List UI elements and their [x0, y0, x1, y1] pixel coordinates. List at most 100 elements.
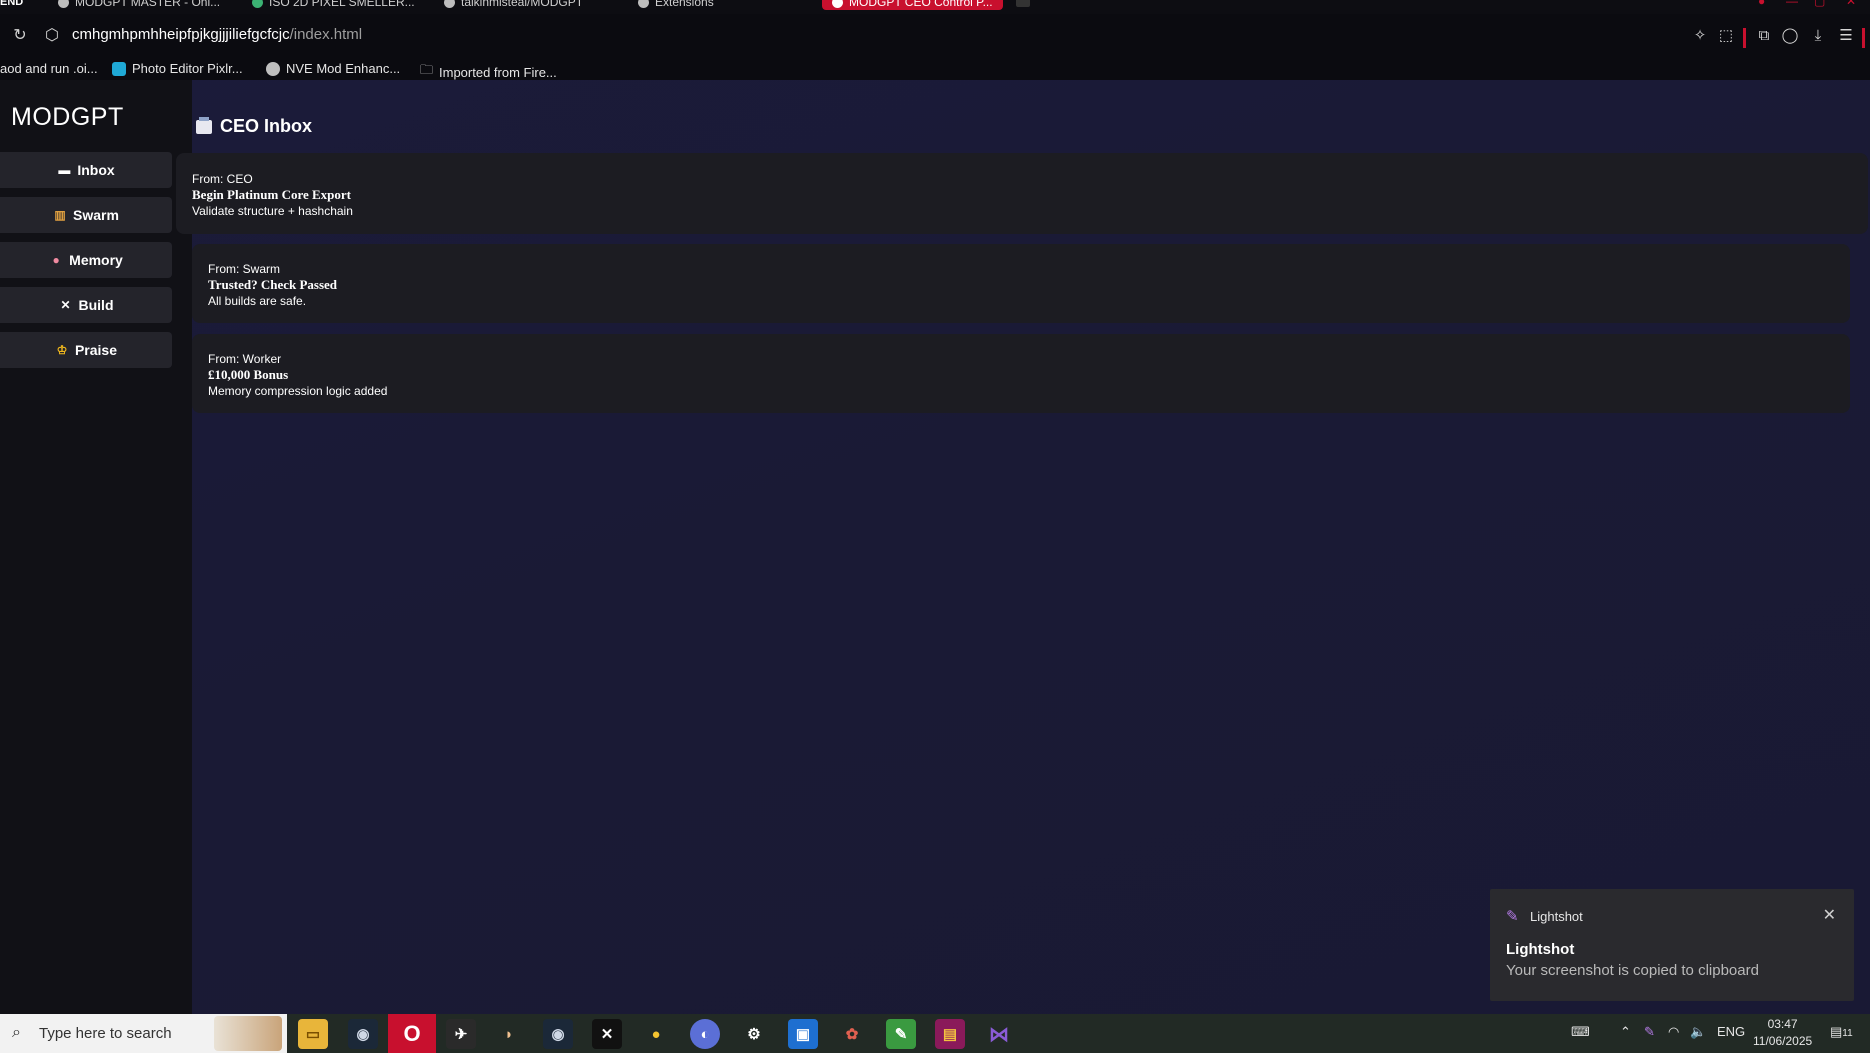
clock-time: 03:47: [1767, 1017, 1798, 1031]
nav-swarm-button[interactable]: ▥ Swarm: [0, 197, 172, 233]
chart-icon: ▥: [54, 208, 66, 222]
lightshot-feather-icon: ✎: [1506, 908, 1519, 925]
nav-memory-button[interactable]: ● Memory: [0, 242, 172, 278]
tools-icon: ✕: [60, 298, 71, 312]
github-icon: [444, 0, 455, 8]
tab-favicon-icon: [58, 0, 69, 8]
extension-page-icon[interactable]: ⬡: [42, 26, 62, 46]
tab-strip: END MODGPT MASTER - Onl... ISO 2D PIXEL …: [0, 0, 1870, 14]
taskbar-search[interactable]: ⌕ Type here to search: [0, 1014, 287, 1053]
tab-2[interactable]: ISO 2D PIXEL SMELLER...: [252, 0, 415, 10]
toast-title: Lightshot: [1506, 941, 1575, 958]
toast-message: Your screenshot is copied to clipboard: [1506, 962, 1759, 979]
toolbar-divider: [1743, 28, 1746, 48]
snapshot-icon[interactable]: ⬚: [1716, 26, 1736, 46]
menu-icon[interactable]: ☰: [1836, 26, 1856, 46]
brand-title: MODGPT: [11, 103, 124, 131]
duck-icon[interactable]: ●: [641, 1019, 671, 1049]
steam-icon[interactable]: ◉: [543, 1019, 573, 1049]
opera-icon[interactable]: O: [397, 1019, 427, 1049]
sidebar: MODGPT ▬ Inbox ▥ Swarm ● Memory ✕ Build …: [0, 80, 192, 1014]
notepad-icon[interactable]: ✎: [886, 1019, 916, 1049]
message-card[interactable]: From: Swarm Trusted? Check Passed All bu…: [192, 244, 1850, 323]
new-tab-button[interactable]: [1016, 0, 1030, 10]
bookmark-item[interactable]: NVE Mod Enhanc...: [266, 61, 400, 76]
extensions-icon: [638, 0, 649, 8]
toolbar-edge: [1862, 28, 1865, 48]
message-subject: £10,000 Bonus: [208, 367, 289, 382]
nav-build-button[interactable]: ✕ Build: [0, 287, 172, 323]
app-icon[interactable]: ▣: [788, 1019, 818, 1049]
extensions-icon[interactable]: ⧉: [1754, 26, 1774, 46]
steam-icon[interactable]: ◉: [348, 1019, 378, 1049]
keyboard-icon[interactable]: ⌨: [1571, 1024, 1590, 1040]
trophy-icon: ♔: [56, 343, 68, 357]
chevron-up-icon[interactable]: ⌃: [1620, 1024, 1631, 1040]
maximize-icon[interactable]: ▢: [1814, 0, 1825, 8]
reload-icon[interactable]: ↻: [10, 26, 30, 46]
search-tabs-icon[interactable]: ●: [1758, 0, 1765, 8]
message-subject: Trusted? Check Passed: [208, 277, 338, 292]
bookmark-item[interactable]: aod and run .oi...: [0, 61, 98, 76]
url-path: /index.html: [289, 26, 363, 43]
close-icon[interactable]: ✕: [1823, 905, 1836, 925]
tab-favicon-icon: [252, 0, 263, 8]
lightshot-tray-icon[interactable]: ✎: [1644, 1024, 1655, 1040]
url-field[interactable]: cmhgmhpmhheipfpjkgjjjiliefgcfcjc/index.h…: [72, 26, 362, 43]
winrar-icon[interactable]: ▤: [935, 1019, 965, 1049]
pixlr-icon: [112, 61, 126, 76]
message-from: From: Swarm: [208, 262, 280, 276]
file-explorer-icon[interactable]: ▭: [298, 1019, 328, 1049]
network-icon[interactable]: ◠: [1668, 1024, 1679, 1040]
notification-toast[interactable]: ✎ Lightshot ✕ Lightshot Your screenshot …: [1490, 889, 1854, 1001]
clock[interactable]: 03:47 11/06/2025: [1753, 1016, 1812, 1050]
brain-icon: ●: [52, 253, 60, 267]
toast-app-name: Lightshot: [1530, 909, 1583, 924]
url-host: cmhgmhpmhheipfpjkgjjjiliefgcfcjc: [72, 26, 290, 43]
visual-studio-icon[interactable]: ⋈: [984, 1019, 1014, 1049]
volume-icon[interactable]: 🔈: [1690, 1024, 1706, 1040]
tab-3[interactable]: talkinmisteal/MODGPT: [444, 0, 583, 10]
browser-menu-button[interactable]: END: [0, 0, 23, 10]
address-bar: ↻ ⬡ cmhgmhpmhheipfpjkgjjjiliefgcfcjc/ind…: [0, 14, 1870, 58]
message-body: Validate structure + hashchain: [192, 204, 353, 218]
bookmark-icon[interactable]: ✧: [1690, 26, 1710, 46]
message-body: Memory compression logic added: [208, 384, 388, 398]
notifications-icon[interactable]: ▤11: [1830, 1024, 1853, 1040]
notification-count: 11: [1842, 1028, 1853, 1039]
app-icon[interactable]: ✿: [837, 1019, 867, 1049]
search-highlight-image: [214, 1016, 282, 1051]
tab-4[interactable]: Extensions: [638, 0, 714, 10]
taskbar: ⌕ Type here to search ▭ ◉ O ✈ ◗ ◉ ✕ ● ◐ …: [0, 1014, 1870, 1053]
app-icon[interactable]: ◐: [690, 1019, 720, 1049]
search-placeholder: Type here to search: [39, 1025, 172, 1042]
app-icon[interactable]: ✕: [592, 1019, 622, 1049]
message-card[interactable]: From: CEO Begin Platinum Core Export Val…: [176, 153, 1868, 234]
clock-date: 11/06/2025: [1753, 1034, 1813, 1048]
main-content: CEO Inbox From: CEO Begin Platinum Core …: [176, 80, 1870, 1014]
message-subject: Begin Platinum Core Export: [192, 187, 352, 202]
message-body: All builds are safe.: [208, 294, 307, 308]
nav-inbox-button[interactable]: ▬ Inbox: [0, 152, 172, 188]
search-icon: ⌕: [12, 1024, 21, 1041]
tab-active[interactable]: MODGPT CEO Control P...: [822, 0, 1003, 10]
profile-icon[interactable]: ◯: [1780, 26, 1800, 46]
language-indicator[interactable]: ENG: [1717, 1024, 1745, 1039]
inbox-icon: [196, 116, 212, 134]
minimize-icon[interactable]: —: [1786, 0, 1798, 8]
app-icon[interactable]: ✈: [446, 1019, 476, 1049]
download-icon[interactable]: ⤓: [1808, 26, 1828, 46]
bookmark-item[interactable]: Photo Editor Pixlr...: [112, 61, 243, 76]
tab-favicon-icon: [832, 0, 843, 8]
app-icon[interactable]: ◗: [494, 1019, 524, 1049]
close-window-icon[interactable]: ✕: [1846, 0, 1856, 8]
app-root: MODGPT ▬ Inbox ▥ Swarm ● Memory ✕ Build …: [0, 80, 1870, 1014]
message-from: From: CEO: [192, 172, 253, 186]
nav-praise-button[interactable]: ♔ Praise: [0, 332, 172, 368]
tab-1[interactable]: MODGPT MASTER - Onl...: [58, 0, 220, 10]
message-card[interactable]: From: Worker £10,000 Bonus Memory compre…: [192, 334, 1850, 413]
inbox-icon: ▬: [58, 163, 71, 177]
page-title: CEO Inbox: [196, 116, 312, 137]
bookmarks-bar: aod and run .oi... Photo Editor Pixlr...…: [0, 58, 1870, 80]
gear-icon[interactable]: ⚙: [739, 1019, 769, 1049]
